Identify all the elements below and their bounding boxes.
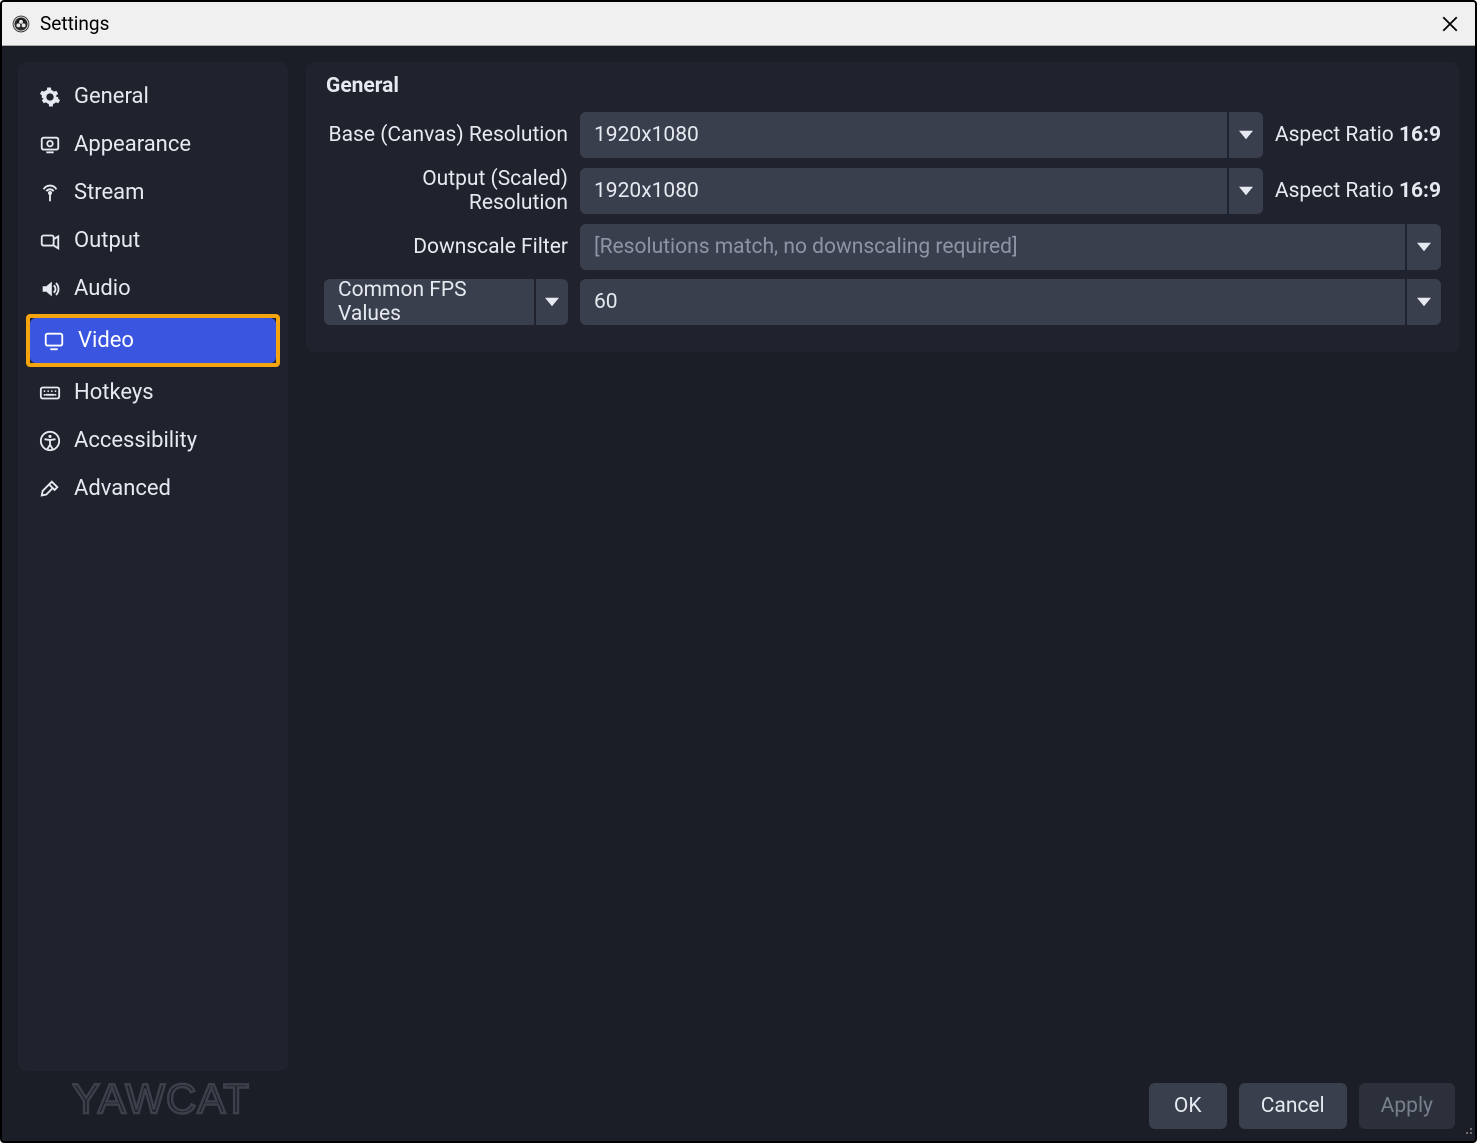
fps-value[interactable]: 60 (580, 279, 1405, 325)
sidebar-item-label: General (74, 84, 149, 109)
dialog-footer: YAWCAT OK Cancel Apply (18, 1071, 1459, 1129)
fps-mode-dropdown[interactable]: Common FPS Values (324, 279, 568, 325)
antenna-icon (38, 181, 62, 205)
monitor-icon (42, 329, 66, 353)
output-aspect-ratio: Aspect Ratio 16:9 (1275, 179, 1441, 203)
obs-icon (10, 13, 32, 35)
svg-text:YAWCAT: YAWCAT (72, 1075, 250, 1122)
apply-button: Apply (1359, 1083, 1455, 1129)
sidebar-item-advanced[interactable]: Advanced (26, 466, 280, 511)
downscale-filter-label: Downscale Filter (324, 235, 568, 259)
titlebar: Settings (2, 2, 1475, 46)
downscale-filter-combo[interactable]: [Resolutions match, no downscaling requi… (580, 224, 1441, 270)
base-resolution-dropdown[interactable] (1229, 112, 1263, 158)
sidebar-item-label: Output (74, 228, 140, 253)
base-resolution-row: Base (Canvas) Resolution 1920x1080 Aspec… (324, 112, 1441, 158)
gear-icon (38, 85, 62, 109)
fps-value-combo[interactable]: 60 (580, 279, 1441, 325)
sidebar-item-label: Video (78, 328, 134, 353)
chevron-down-icon (534, 279, 568, 325)
settings-window: Settings General Appearance (0, 0, 1477, 1143)
output-resolution-value[interactable]: 1920x1080 (580, 168, 1227, 214)
sidebar-item-label: Audio (74, 276, 131, 301)
close-button[interactable] (1435, 9, 1465, 39)
sidebar-item-audio[interactable]: Audio (26, 266, 280, 311)
output-resolution-label: Output (Scaled) Resolution (324, 167, 568, 215)
accessibility-icon (38, 429, 62, 453)
fps-value-dropdown[interactable] (1407, 279, 1441, 325)
speaker-icon (38, 277, 62, 301)
sidebar-item-accessibility[interactable]: Accessibility (26, 418, 280, 463)
fps-mode-label: Common FPS Values (338, 278, 534, 326)
cancel-button[interactable]: Cancel (1239, 1083, 1347, 1129)
sidebar-item-video[interactable]: Video (30, 318, 276, 363)
sidebar-item-general[interactable]: General (26, 74, 280, 119)
downscale-filter-dropdown[interactable] (1407, 224, 1441, 270)
base-resolution-combo[interactable]: 1920x1080 (580, 112, 1263, 158)
sidebar-item-stream[interactable]: Stream (26, 170, 280, 215)
body: General Appearance Stream (2, 46, 1475, 1141)
keyboard-icon (38, 381, 62, 405)
output-resolution-dropdown[interactable] (1229, 168, 1263, 214)
content-area: General Base (Canvas) Resolution 1920x10… (306, 62, 1459, 1071)
sidebar-item-output[interactable]: Output (26, 218, 280, 263)
output-resolution-combo[interactable]: 1920x1080 (580, 168, 1263, 214)
downscale-filter-value[interactable]: [Resolutions match, no downscaling requi… (580, 224, 1405, 270)
base-resolution-label: Base (Canvas) Resolution (324, 123, 568, 147)
output-resolution-row: Output (Scaled) Resolution 1920x1080 Asp… (324, 167, 1441, 215)
sidebar-item-hotkeys[interactable]: Hotkeys (26, 370, 280, 415)
sidebar-item-label: Advanced (74, 476, 171, 501)
window-title: Settings (40, 12, 109, 35)
appearance-icon (38, 133, 62, 157)
watermark: YAWCAT (72, 1073, 282, 1131)
base-aspect-ratio: Aspect Ratio 16:9 (1275, 123, 1441, 147)
downscale-filter-row: Downscale Filter [Resolutions match, no … (324, 224, 1441, 270)
tools-icon (38, 477, 62, 501)
base-resolution-value[interactable]: 1920x1080 (580, 112, 1227, 158)
settings-sidebar: General Appearance Stream (18, 62, 288, 1071)
video-general-panel: General Base (Canvas) Resolution 1920x10… (306, 62, 1459, 352)
sidebar-item-label: Appearance (74, 132, 191, 157)
fps-row: Common FPS Values 60 (324, 279, 1441, 325)
sidebar-highlight: Video (26, 314, 280, 367)
resize-grip[interactable] (1461, 1123, 1473, 1139)
sidebar-item-label: Stream (74, 180, 144, 205)
section-title: General (326, 74, 1441, 98)
sidebar-item-label: Hotkeys (74, 380, 154, 405)
sidebar-item-label: Accessibility (74, 428, 197, 453)
ok-button[interactable]: OK (1149, 1083, 1227, 1129)
output-icon (38, 229, 62, 253)
sidebar-item-appearance[interactable]: Appearance (26, 122, 280, 167)
